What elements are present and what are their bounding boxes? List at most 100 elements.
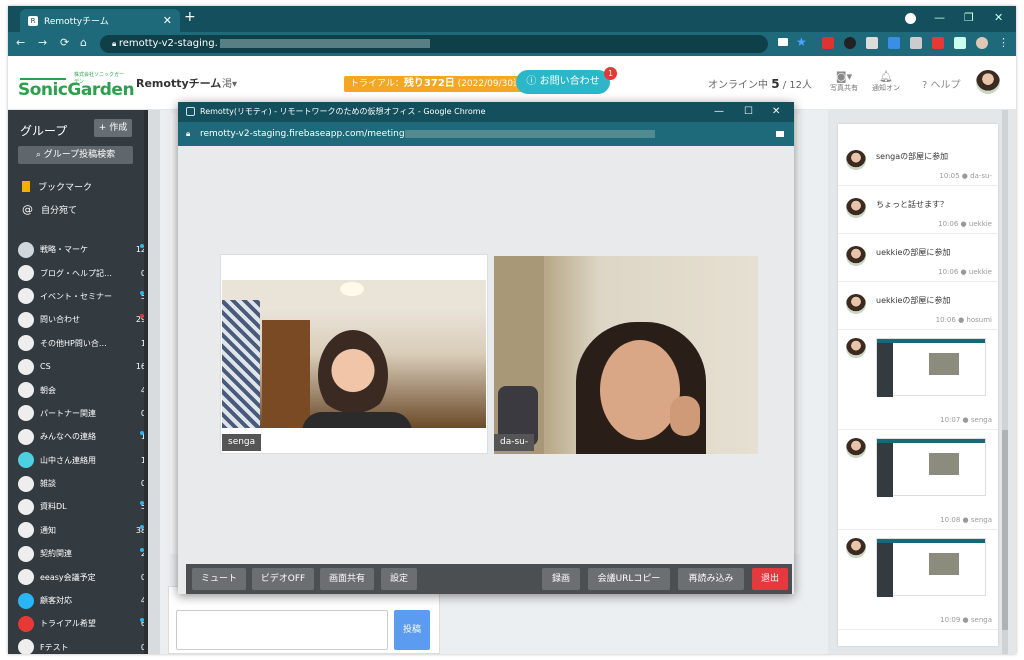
record-button[interactable]: 録画 — [542, 568, 580, 590]
help-link[interactable]: ? ヘルプ — [922, 76, 961, 91]
feed-avatar[interactable] — [846, 150, 866, 170]
group-icon — [18, 545, 34, 562]
photo-share-button[interactable]: ◙▾ 写真共有 — [830, 70, 858, 93]
feed-message-text: sengaの部屋に参加 — [876, 152, 949, 161]
feed-message-item[interactable]: uekkieの部屋に参加 10:06 ● hosumi — [838, 282, 998, 330]
sidebar-group-item[interactable]: 契約関連2 — [18, 542, 146, 565]
feed-avatar[interactable] — [846, 538, 866, 558]
sidebar-group-item[interactable]: 通知 38 — [18, 519, 146, 542]
feed-time: 10:06 — [938, 220, 959, 228]
sidebar-item-to-me[interactable]: @ 自分宛て — [22, 203, 77, 216]
sidebar-group-item[interactable]: 朝会4 — [18, 378, 146, 401]
popup-minimize-button[interactable]: — — [714, 102, 724, 122]
team-name[interactable]: Remottyチーム — [136, 75, 221, 91]
post-input[interactable] — [176, 610, 388, 650]
post-button[interactable]: 投稿 — [394, 610, 430, 650]
popup-address-bar[interactable]: 🔒︎ remotty-v2-staging.firebaseapp.com/me… — [178, 122, 794, 146]
sidebar-group-item[interactable]: みんなへの連絡1 — [18, 425, 146, 448]
group-icon — [18, 498, 34, 515]
user-avatar[interactable] — [976, 70, 1000, 94]
workspace-dropdown[interactable]: 渇▾ — [222, 75, 237, 90]
feed-photo-item[interactable]: 10:07 ● senga — [838, 330, 998, 430]
sidebar-group-item[interactable]: その他HP問い合…1 — [18, 332, 146, 355]
puzzle-icon[interactable] — [954, 37, 966, 49]
sidebar-group-item[interactable]: CS 16 — [18, 355, 146, 378]
sidebar-item-bookmark[interactable]: ブックマーク — [22, 180, 92, 193]
feed-screenshot[interactable] — [876, 438, 986, 497]
sidebar-group-item[interactable]: パートナー関連0 — [18, 402, 146, 425]
feed-photo-item[interactable]: 10:08 ● senga — [838, 430, 998, 530]
copy-url-button[interactable]: 会議URLコピー — [588, 568, 670, 590]
menu-dots-icon[interactable]: ⋮ — [998, 37, 1010, 49]
profile-avatar-icon[interactable] — [976, 37, 988, 49]
contact-button[interactable]: ⓘ お問い合わせ — [516, 70, 610, 94]
camera-icon[interactable] — [778, 38, 788, 46]
sidebar-group-item[interactable]: 問い合わせ 29 — [18, 308, 146, 331]
comment-icon: ● — [962, 516, 969, 524]
feed-message-item[interactable]: uekkieの部屋に参加 10:06 ● uekkie — [838, 234, 998, 282]
extension-icon[interactable] — [866, 37, 878, 49]
sidebar-group-item[interactable]: トライアル希望6 — [18, 612, 146, 635]
online-status[interactable]: オンライン中 5 / 12人 — [708, 76, 812, 91]
feed-meta: 10:07 ● senga — [940, 416, 992, 424]
sidebar-group-item[interactable]: 資料DL5 — [18, 495, 146, 518]
home-icon[interactable]: ⌂ — [80, 36, 87, 49]
extension-icon[interactable] — [932, 37, 944, 49]
feed-meta: 10:08 ● senga — [940, 516, 992, 524]
feed-avatar[interactable] — [846, 438, 866, 458]
browser-tab[interactable]: R Remottyチーム ✕ — [20, 9, 180, 32]
tab-close-icon[interactable]: ✕ — [163, 14, 172, 27]
close-window-button[interactable]: ✕ — [994, 11, 1003, 24]
feed-message-item[interactable]: sengaの部屋に参加 10:05 ● da-su- — [838, 138, 998, 186]
leave-button[interactable]: 退出 — [752, 568, 788, 590]
minimize-button[interactable]: — — [934, 11, 945, 24]
feed-screenshot[interactable] — [876, 538, 986, 597]
sidebar-group-item[interactable]: 山中さん連絡用1 — [18, 449, 146, 472]
create-group-button[interactable]: + 作成 — [94, 119, 132, 137]
reload-button[interactable]: 再読み込み — [678, 568, 744, 590]
group-search-button[interactable]: ⌕ グループ投稿検索 — [18, 146, 133, 164]
url-input[interactable]: 🔒︎ remotty-v2-staging. — [100, 35, 768, 53]
group-label: その他HP問い合… — [40, 338, 107, 348]
maximize-button[interactable]: ❐ — [964, 11, 974, 24]
feed-message-item[interactable]: ちょっと話せます？ 10:06 ● uekkie — [838, 186, 998, 234]
feed-scrollbar[interactable] — [1002, 110, 1008, 654]
settings-button[interactable]: 設定 — [381, 568, 417, 590]
sidebar-group-item[interactable]: 雑談0 — [18, 472, 146, 495]
new-tab-button[interactable]: + — [184, 9, 196, 25]
extension-icon[interactable] — [822, 37, 834, 49]
bookmark-star-icon[interactable]: ★ — [796, 35, 807, 49]
sidebar-group-item[interactable]: ブログ・ヘルプ記…0 — [18, 261, 146, 284]
back-icon[interactable]: ← — [16, 36, 25, 49]
feed-avatar[interactable] — [846, 294, 866, 314]
sidebar-group-item[interactable]: eeasy会議予定0 — [18, 565, 146, 588]
extension-icon[interactable] — [844, 37, 856, 49]
forward-icon[interactable]: → — [38, 36, 47, 49]
video-off-button[interactable]: ビデオOFF — [252, 568, 314, 590]
extension-icon[interactable] — [888, 37, 900, 49]
group-label: Fテスト — [40, 642, 69, 652]
sonicgarden-logo[interactable]: 株式会社ソニックガーデン SonicGarden — [18, 68, 135, 100]
feed-photo-item[interactable]: 10:09 ● senga — [838, 530, 998, 630]
sidebar-group-item[interactable]: 戦略・マーケ 12 — [18, 238, 146, 261]
screen-share-button[interactable]: 画面共有 — [320, 568, 374, 590]
feed-avatar[interactable] — [846, 198, 866, 218]
video-feed-da-su — [494, 256, 758, 454]
scroll-thumb[interactable] — [1002, 430, 1008, 630]
popup-maximize-button[interactable]: ☐ — [744, 102, 753, 122]
feed-avatar[interactable] — [846, 338, 866, 358]
photo-share-label: 写真共有 — [830, 84, 858, 92]
mute-button[interactable]: ミュート — [192, 568, 246, 590]
feed-avatar[interactable] — [846, 246, 866, 266]
question-icon: ⓘ — [526, 76, 540, 87]
sidebar-group-item[interactable]: 顧客対応4 — [18, 589, 146, 612]
extension-icon[interactable] — [910, 37, 922, 49]
url-redacted — [219, 38, 430, 48]
sidebar-group-item[interactable]: イベント・セミナー5 — [18, 285, 146, 308]
reload-icon[interactable]: ⟳ — [60, 36, 69, 49]
notify-button[interactable]: 🔔︎ 通知オン — [872, 70, 900, 93]
popup-close-button[interactable]: ✕ — [772, 102, 780, 122]
feed-screenshot[interactable] — [876, 338, 986, 397]
sidebar-group-item[interactable]: Fテスト0 — [18, 636, 146, 654]
profile-icon[interactable] — [905, 13, 916, 24]
